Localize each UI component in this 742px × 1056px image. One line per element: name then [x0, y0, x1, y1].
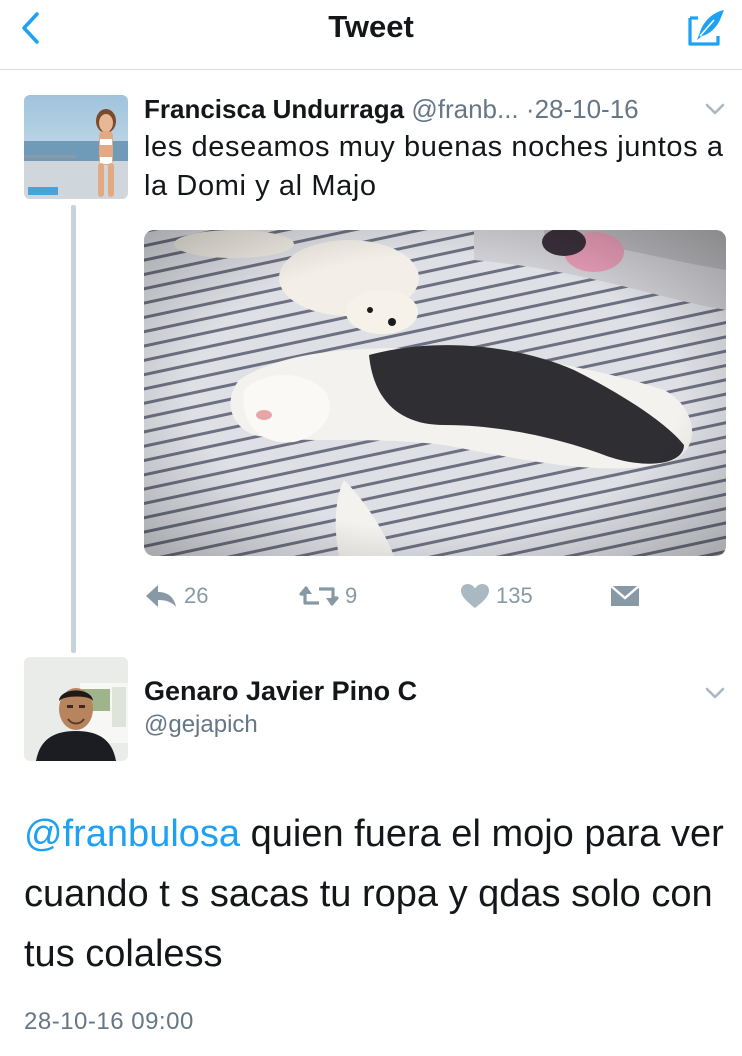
tweet-text: @franbulosa quien fuera el mojo para ver…	[24, 804, 724, 984]
tweet-date[interactable]: 28-10-16	[535, 94, 639, 124]
compose-tweet-button[interactable]	[684, 6, 728, 50]
reply-button[interactable]: 26	[144, 578, 208, 614]
retweet-button[interactable]: 9	[299, 578, 357, 614]
author-name[interactable]: Genaro Javier Pino C	[144, 674, 417, 708]
tweet-header: Francisca Undurraga @franb... ·28-10-16	[144, 92, 714, 126]
avatar[interactable]	[24, 657, 128, 761]
mention-link[interactable]: @franbulosa	[24, 813, 240, 855]
thread-connector-line	[71, 205, 76, 653]
tweet-actions: 26 9 135	[144, 578, 664, 614]
heart-icon	[461, 584, 489, 608]
author-handle[interactable]: @gejapich	[144, 709, 258, 741]
chevron-down-icon[interactable]	[702, 680, 728, 706]
retweet-icon	[299, 585, 339, 607]
author-handle[interactable]: @franb...	[411, 94, 518, 124]
envelope-icon	[610, 585, 640, 606]
direct-message-button[interactable]	[609, 578, 647, 614]
author-name[interactable]: Francisca Undurraga	[144, 94, 404, 124]
like-count: 135	[496, 583, 533, 608]
chevron-down-icon[interactable]	[702, 96, 728, 122]
like-button[interactable]: 135	[460, 578, 533, 614]
reply-icon	[146, 585, 176, 607]
page-title: Tweet	[328, 9, 414, 44]
tweet-text: les deseamos muy buenas noches juntos a …	[144, 131, 724, 202]
retweet-count: 9	[345, 583, 358, 608]
separator-dot: ·	[525, 94, 535, 124]
top-navigation-bar: Tweet	[0, 0, 742, 70]
reply-count: 26	[184, 583, 209, 608]
avatar[interactable]	[24, 95, 128, 199]
tweet-timestamp: 28-10-16 09:00	[24, 1008, 194, 1035]
compose-feather-icon	[688, 10, 724, 46]
tweet-photo[interactable]	[144, 230, 726, 556]
